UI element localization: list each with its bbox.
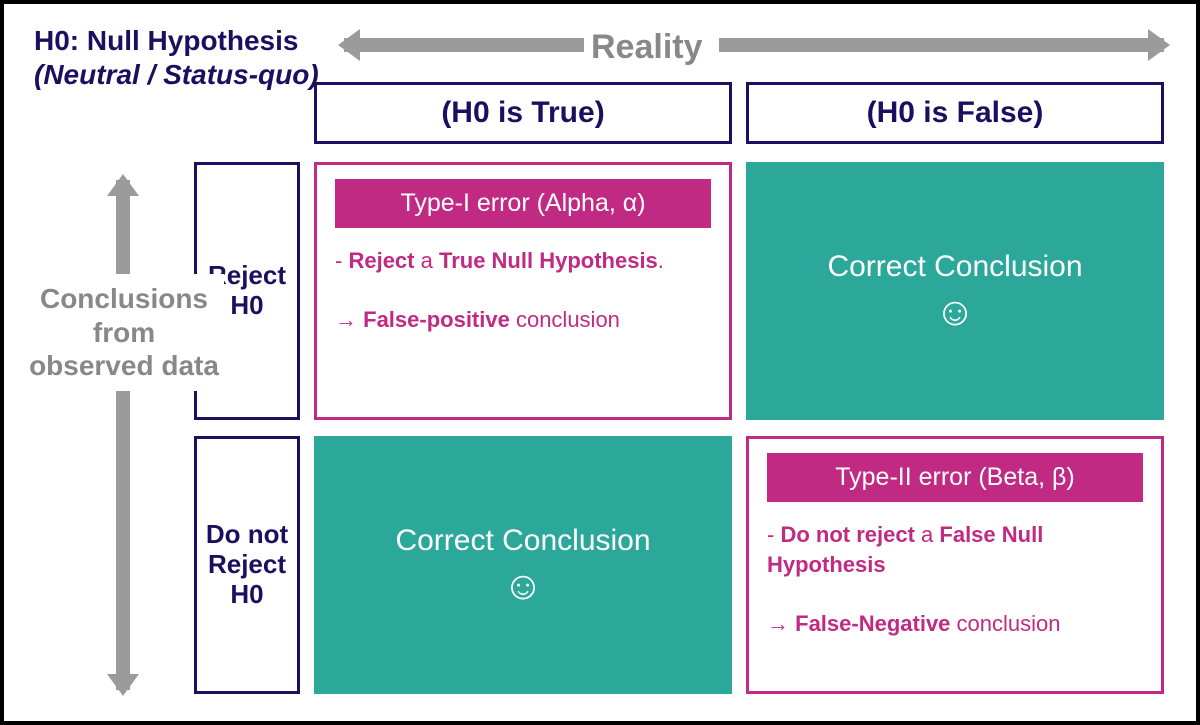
txt: - [767, 522, 780, 547]
txt: False-Negative [795, 611, 950, 636]
arrow-icon: → [767, 611, 795, 636]
column-header-h0-true: (H0 is True) [314, 82, 732, 144]
txt: conclusion [510, 307, 620, 332]
axis-top-label: Reality [591, 28, 703, 67]
cell-type2-error: Type-II error (Beta, β) - Do not reject … [746, 436, 1164, 694]
correct-box: Correct Conclusion ☺ [746, 162, 1164, 420]
correct-label: Correct Conclusion [827, 250, 1082, 284]
correct-box: Correct Conclusion ☺ [314, 436, 732, 694]
cell-correct-bottom-left: Correct Conclusion ☺ [314, 436, 732, 694]
diagram-title: H0: Null Hypothesis (Neutral / Status-qu… [34, 24, 319, 91]
arrow-icon: → [335, 307, 363, 332]
txt: Do not reject [780, 522, 914, 547]
txt: conclusion [950, 611, 1060, 636]
txt: . [658, 248, 664, 273]
title-line2: (Neutral / Status-quo) [34, 58, 319, 92]
correct-label: Correct Conclusion [395, 524, 650, 558]
error-title: Type-II error (Beta, β) [767, 453, 1143, 502]
txt: False-positive [363, 307, 510, 332]
row-header-not-reject: Do not Reject H0 [194, 436, 300, 694]
title-line1: H0: Null Hypothesis [34, 24, 319, 58]
error-body: - Do not reject a False Null Hypothesis … [767, 520, 1143, 639]
txt: - [335, 248, 348, 273]
cell-type1-error: Type-I error (Alpha, α) - Reject a True … [314, 162, 732, 420]
cell-correct-top-right: Correct Conclusion ☺ [746, 162, 1164, 420]
error-title: Type-I error (Alpha, α) [335, 179, 711, 228]
column-header-h0-false: (H0 is False) [746, 82, 1164, 144]
error-body: - Reject a True Null Hypothesis. → False… [335, 246, 711, 335]
error-box: Type-I error (Alpha, α) - Reject a True … [314, 162, 732, 420]
smile-icon: ☺ [503, 566, 544, 606]
arrow-right-icon [719, 38, 1164, 52]
txt: a [915, 522, 939, 547]
txt: Reject [348, 248, 414, 273]
smile-icon: ☺ [935, 292, 976, 332]
error-box: Type-II error (Beta, β) - Do not reject … [746, 436, 1164, 694]
axis-left-label: Conclusions from observed data [24, 274, 224, 391]
arrow-left-icon [344, 38, 584, 52]
arrow-vertical-icon [116, 180, 130, 690]
txt: a [415, 248, 439, 273]
txt: True Null Hypothesis [439, 248, 658, 273]
